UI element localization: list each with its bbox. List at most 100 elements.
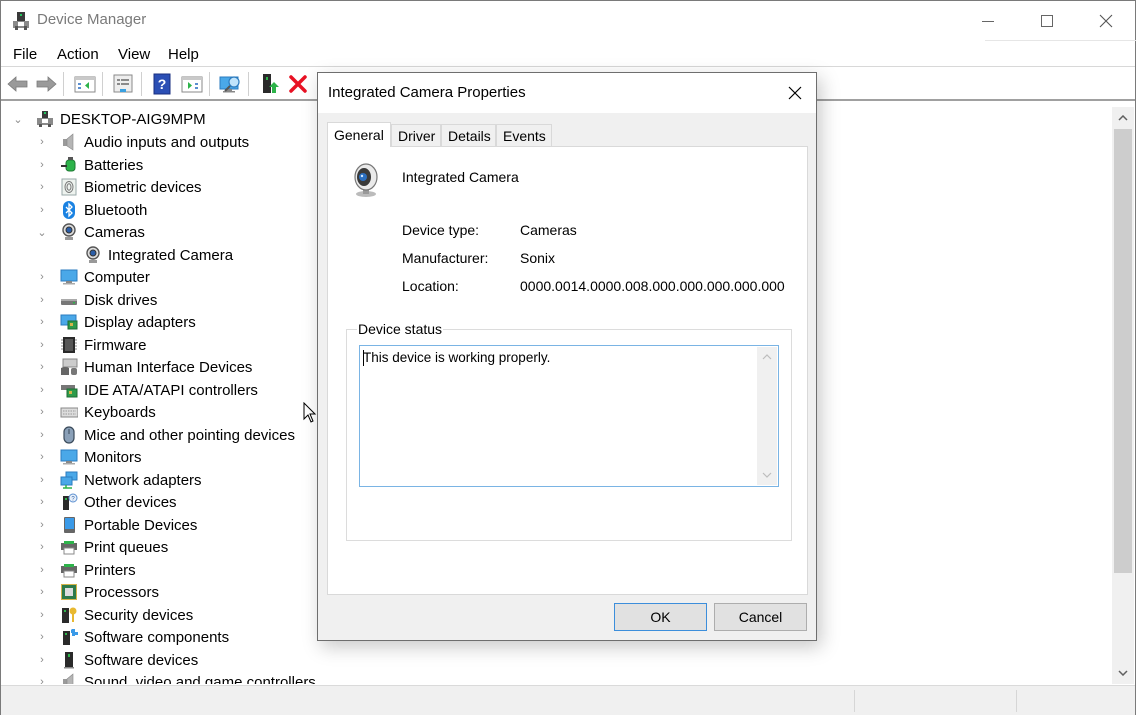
minimize-button[interactable] — [959, 1, 1017, 41]
chevron-right-icon[interactable]: › — [36, 406, 48, 418]
window-title: Device Manager — [37, 11, 147, 28]
toolbar-separator — [248, 72, 249, 96]
device-manager-app-icon — [13, 12, 29, 30]
tree-item-label: Biometric devices — [84, 178, 202, 196]
chevron-right-icon[interactable]: › — [36, 136, 48, 148]
scrollbar-thumb[interactable] — [1114, 129, 1132, 573]
title-bar: Device Manager — [1, 1, 1136, 41]
tree-item-firmware[interactable]: › Firmware — [36, 334, 146, 356]
tree-item-security-devices[interactable]: › Security devices — [36, 604, 193, 626]
tree-item-monitors[interactable]: › Monitors — [36, 446, 141, 468]
tree-scrollbar[interactable] — [1112, 107, 1134, 684]
chevron-right-icon[interactable]: › — [36, 586, 48, 598]
tree-root-computer[interactable]: ⌄ DESKTOP-AIG9MPM — [12, 108, 206, 130]
tree-item-integrated-camera[interactable]: Integrated Camera — [60, 244, 233, 266]
maximize-button[interactable] — [1018, 1, 1076, 41]
update-driver-button[interactable] — [258, 73, 282, 95]
chevron-right-icon[interactable]: › — [36, 631, 48, 643]
scan-for-hardware-changes-button[interactable] — [219, 73, 243, 95]
status-scroll-down-button[interactable] — [757, 465, 777, 485]
tree-item-print-queues[interactable]: › Print queues — [36, 536, 168, 558]
tree-item-batteries[interactable]: › Batteries — [36, 154, 143, 176]
tree-item-mice[interactable]: › Mice and other pointing devices — [36, 424, 295, 446]
chevron-right-icon[interactable]: › — [36, 609, 48, 621]
uninstall-device-button[interactable] — [286, 73, 310, 95]
chevron-right-icon[interactable]: › — [36, 271, 48, 283]
tree-item-other-devices[interactable]: › ? Other devices — [36, 491, 177, 513]
tree-item-bluetooth[interactable]: › Bluetooth — [36, 199, 147, 221]
tree-item-label: Network adapters — [84, 471, 202, 489]
ok-button[interactable]: OK — [614, 603, 707, 631]
tab-driver[interactable]: Driver — [391, 124, 441, 146]
network-adapter-icon — [60, 471, 78, 489]
chevron-down-icon[interactable]: ⌄ — [12, 113, 24, 126]
back-button[interactable] — [6, 73, 30, 95]
tab-events[interactable]: Events — [496, 124, 552, 146]
chevron-right-icon[interactable]: › — [36, 654, 48, 666]
tree-item-network-adapters[interactable]: › Network adapters — [36, 469, 202, 491]
scroll-up-button[interactable] — [1112, 107, 1134, 129]
tree-item-software-components[interactable]: › Software components — [36, 626, 229, 648]
chevron-right-icon[interactable]: › — [36, 474, 48, 486]
bluetooth-icon — [63, 201, 75, 219]
status-scroll-up-button[interactable] — [757, 347, 777, 367]
chevron-right-icon[interactable]: › — [36, 384, 48, 396]
chevron-down-icon[interactable]: ⌄ — [36, 226, 48, 239]
close-icon — [1099, 14, 1113, 28]
tree-item-hid[interactable]: › Human Interface Devices — [36, 356, 252, 378]
tree-item-keyboards[interactable]: › Keyboards — [36, 401, 156, 423]
chevron-right-icon[interactable]: › — [36, 159, 48, 171]
tree-item-processors[interactable]: › Processors — [36, 581, 159, 603]
chevron-right-icon[interactable]: › — [36, 204, 48, 216]
chevron-right-icon[interactable]: › — [36, 676, 48, 684]
tree-item-sound-video-game[interactable]: › Sound, video and game controllers — [36, 671, 316, 684]
tree-item-disk-drives[interactable]: › Disk drives — [36, 289, 157, 311]
tree-item-computer[interactable]: › Computer — [36, 266, 150, 288]
chevron-right-icon[interactable]: › — [36, 294, 48, 306]
chevron-right-icon[interactable]: › — [36, 541, 48, 553]
tab-details[interactable]: Details — [441, 124, 496, 146]
chevron-right-icon[interactable]: › — [36, 181, 48, 193]
forward-button[interactable] — [34, 73, 58, 95]
tree-item-ide[interactable]: › IDE ATA/ATAPI controllers — [36, 379, 258, 401]
show-hide-console-tree-button[interactable] — [73, 73, 97, 95]
chevron-right-icon[interactable]: › — [36, 429, 48, 441]
chevron-right-icon[interactable]: › — [36, 361, 48, 373]
chevron-right-icon[interactable]: › — [36, 316, 48, 328]
chevron-right-icon[interactable]: › — [36, 519, 48, 531]
update-driver-icon — [263, 74, 279, 93]
tree-root-label: DESKTOP-AIG9MPM — [60, 110, 206, 128]
chevron-right-icon[interactable]: › — [36, 451, 48, 463]
dialog-close-button[interactable] — [780, 78, 810, 108]
menu-help[interactable]: Help — [168, 46, 199, 63]
help-button[interactable]: ? — [150, 73, 174, 95]
properties-button[interactable] — [111, 73, 135, 95]
tree-item-display-adapters[interactable]: › Display adapters — [36, 311, 196, 333]
tab-general[interactable]: General — [327, 122, 391, 147]
show-hide-action-pane-button[interactable] — [180, 73, 204, 95]
status-textbox-scrollbar[interactable] — [757, 347, 777, 485]
tree-item-software-devices[interactable]: › Software devices — [36, 649, 198, 671]
properties-dialog: Integrated Camera Properties General Dri… — [317, 72, 817, 641]
tree-item-printers[interactable]: › Printers — [36, 559, 136, 581]
device-status-group: Device status This device is working pro… — [346, 321, 792, 541]
chevron-right-icon[interactable]: › — [36, 564, 48, 576]
tree-item-portable-devices[interactable]: › Portable Devices — [36, 514, 197, 536]
toolbar-separator — [102, 72, 103, 96]
close-button[interactable] — [1077, 1, 1135, 41]
chevron-right-icon[interactable]: › — [36, 496, 48, 508]
cancel-button[interactable]: Cancel — [714, 603, 807, 631]
chevron-right-icon[interactable]: › — [36, 339, 48, 351]
status-bar-divider — [854, 690, 855, 712]
menu-file[interactable]: File — [13, 46, 37, 63]
menu-view[interactable]: View — [118, 46, 150, 63]
tree-item-biometric[interactable]: › Biometric devices — [36, 176, 202, 198]
device-status-label: Device status — [357, 321, 444, 337]
device-status-textbox[interactable]: This device is working properly. — [359, 345, 779, 487]
security-key-icon — [62, 607, 77, 623]
menu-action[interactable]: Action — [57, 46, 99, 63]
tree-item-cameras[interactable]: ⌄ Cameras — [36, 221, 145, 243]
device-status-text: This device is working properly. — [363, 350, 551, 365]
tree-item-audio[interactable]: › Audio inputs and outputs — [36, 131, 249, 153]
scroll-down-button[interactable] — [1112, 662, 1134, 684]
